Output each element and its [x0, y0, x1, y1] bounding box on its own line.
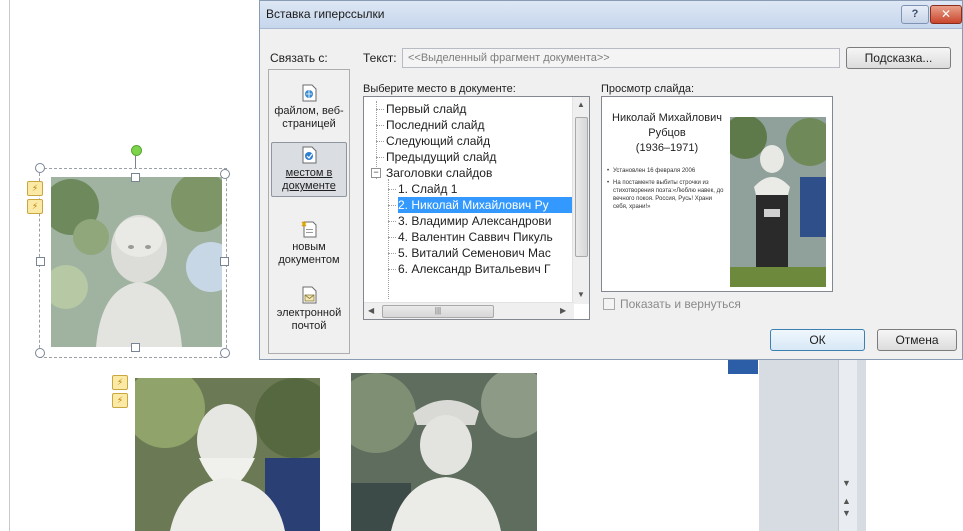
new-document-icon	[301, 221, 317, 238]
resize-handle-bottom-left[interactable]	[35, 348, 45, 358]
scroll-down-arrow-icon[interactable]: ▼	[842, 478, 851, 488]
vertical-scroll-thumb[interactable]	[575, 117, 588, 257]
action-lightning-icon[interactable]: ⚡	[112, 393, 128, 408]
window-edge	[866, 360, 963, 531]
resize-handle-bottom[interactable]	[131, 343, 140, 352]
preview-title-line: Николай Михайлович	[612, 112, 722, 124]
resize-handle-top-left[interactable]	[35, 163, 45, 173]
link-option-place-in-document[interactable]: местом в документе	[271, 142, 347, 197]
place-in-document-label: Выберите место в документе:	[363, 83, 516, 95]
slide-preview: Николай Михайлович Рубцов (1936–1971) Ус…	[601, 96, 833, 292]
resize-handle-bottom-right[interactable]	[220, 348, 230, 358]
preview-bullet: На постаменте выбиты строчки из стихотво…	[607, 179, 725, 211]
scroll-left-arrow-icon[interactable]: ◀	[368, 306, 374, 315]
preview-title-line: (1936–1971)	[635, 142, 699, 154]
collapse-expander-icon[interactable]: −	[371, 168, 381, 178]
slide-preview-label: Просмотр слайда:	[601, 83, 695, 95]
link-option-label: электронной почтой	[276, 307, 342, 332]
link-to-label: Связать с:	[270, 51, 328, 65]
link-type-sidebar: файлом, веб-страницей местом в документе…	[268, 69, 350, 354]
scroll-right-arrow-icon[interactable]: ▶	[560, 306, 566, 315]
tree-item-slide[interactable]: 3. Владимир Александрови	[398, 213, 551, 229]
insert-hyperlink-dialog: Вставка гиперссылки ? ✕ Связать с: Текст…	[259, 0, 963, 360]
resize-handle-left[interactable]	[36, 257, 45, 266]
preview-slide-title: Николай Михайлович Рубцов (1936–1971)	[607, 111, 727, 156]
link-option-label: файлом, веб-страницей	[274, 105, 344, 130]
tree-item-slide[interactable]: 1. Слайд 1	[398, 181, 457, 197]
next-slide-icon[interactable]: ▼	[842, 508, 851, 518]
blue-tab-strip	[728, 360, 758, 374]
preview-monument-photo	[730, 117, 826, 287]
resize-handle-top-right[interactable]	[220, 169, 230, 179]
preview-title-line: Рубцов	[648, 127, 686, 139]
email-icon	[302, 286, 317, 304]
text-label: Текст:	[363, 51, 397, 65]
link-option-file-web[interactable]: файлом, веб-страницей	[271, 84, 347, 131]
action-lightning-icon[interactable]: ⚡	[112, 375, 128, 390]
tree-item-slide-selected[interactable]: 2. Николай Михайлович Ру	[398, 197, 577, 213]
ok-button[interactable]: ОК	[770, 329, 865, 351]
show-and-return-label: Показать и вернуться	[620, 297, 741, 311]
preview-bullets: Установлен 16 февраля 2006 На постаменте…	[607, 167, 725, 215]
tree-item-slide[interactable]: 5. Виталий Семенович Мас	[398, 245, 551, 261]
link-option-new-document[interactable]: новым документом	[271, 220, 347, 267]
tree-item-last-slide[interactable]: Последний слайд	[386, 117, 484, 133]
bust-photo-cap[interactable]	[351, 373, 537, 531]
horizontal-scroll-thumb[interactable]: |||	[382, 305, 494, 318]
place-in-document-icon	[302, 146, 317, 164]
bust-photo-bearded[interactable]	[135, 378, 320, 531]
tree-item-first-slide[interactable]: Первый слайд	[386, 101, 466, 117]
display-text-input[interactable]: <<Выделенный фрагмент документа>>	[402, 48, 840, 68]
hint-button[interactable]: Подсказка...	[846, 47, 951, 69]
rotation-handle[interactable]	[131, 145, 142, 156]
scroll-up-arrow-icon[interactable]: ▲	[577, 100, 585, 109]
action-lightning-icon[interactable]: ⚡	[27, 199, 43, 214]
cancel-button[interactable]: Отмена	[877, 329, 957, 351]
link-option-label: новым документом	[278, 241, 340, 266]
preview-bullet: Установлен 16 февраля 2006	[607, 167, 725, 175]
action-lightning-icon[interactable]: ⚡	[27, 181, 43, 196]
tree-item-next-slide[interactable]: Следующий слайд	[386, 133, 490, 149]
tree-item-previous-slide[interactable]: Предыдущий слайд	[386, 149, 496, 165]
tree-vertical-scrollbar[interactable]: ▲ ▼	[572, 97, 589, 304]
rotation-handle-line	[135, 154, 136, 168]
tree-item-slide[interactable]: 6. Александр Витальевич Г	[398, 261, 551, 277]
close-button[interactable]: ✕	[930, 5, 962, 24]
tree-item-slide-titles[interactable]: Заголовки слайдов	[386, 165, 492, 181]
tree-horizontal-scrollbar[interactable]: ◀ ||| ▶	[364, 302, 574, 319]
scroll-down-arrow-icon[interactable]: ▼	[577, 290, 585, 299]
resize-handle-right[interactable]	[220, 257, 229, 266]
help-button[interactable]: ?	[901, 5, 929, 24]
show-and-return-checkbox[interactable]	[603, 298, 615, 310]
resize-handle-top[interactable]	[131, 173, 140, 182]
web-file-icon	[302, 84, 317, 102]
document-places-tree[interactable]: − Первый слайд Последний слайд Следующий…	[363, 96, 590, 320]
link-option-email[interactable]: электронной почтой	[271, 286, 347, 333]
dialog-titlebar[interactable]: Вставка гиперссылки ? ✕	[260, 1, 962, 29]
bust-photo-selected[interactable]	[51, 177, 222, 347]
previous-slide-icon[interactable]: ▲	[842, 496, 851, 506]
link-option-label: местом в документе	[282, 167, 336, 192]
tree-item-slide[interactable]: 4. Валентин Саввич Пикуль	[398, 229, 553, 245]
dialog-title: Вставка гиперссылки	[266, 7, 385, 21]
